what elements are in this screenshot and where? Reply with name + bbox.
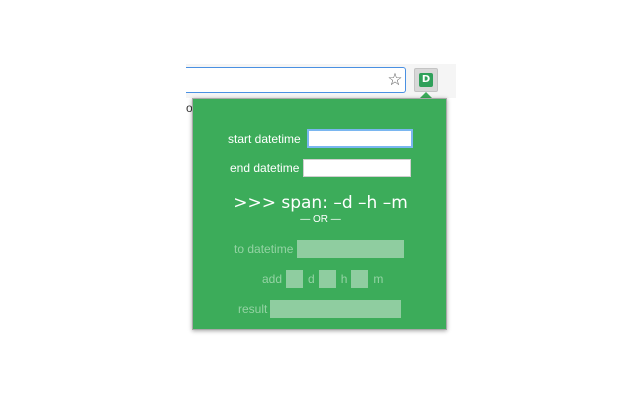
start-row: start datetime xyxy=(228,129,413,148)
span-result-text: >>> span: –d –h –m xyxy=(233,193,408,213)
or-divider: — OR — xyxy=(300,214,341,225)
days-unit-label: d xyxy=(308,272,315,286)
extension-icon: D xyxy=(419,73,433,87)
start-datetime-input[interactable] xyxy=(306,129,413,148)
to-datetime-label: to datetime xyxy=(234,242,294,256)
add-hours-input[interactable] xyxy=(318,270,336,288)
to-datetime-input[interactable] xyxy=(297,240,405,258)
end-row: end datetime xyxy=(230,159,412,177)
result-label: result xyxy=(238,302,268,316)
minutes-unit-label: m xyxy=(373,272,384,286)
add-row: add d h m xyxy=(262,270,383,288)
hours-unit-label: h xyxy=(340,272,348,286)
add-label: add xyxy=(262,272,283,286)
start-datetime-label: start datetime xyxy=(228,131,301,146)
extension-button[interactable]: D xyxy=(414,68,438,92)
address-bar[interactable] xyxy=(186,67,406,93)
end-datetime-input[interactable] xyxy=(303,159,412,177)
extension-popup: start datetime end datetime >>> span: –d… xyxy=(192,98,447,330)
end-datetime-label: end datetime xyxy=(230,161,300,175)
add-days-input[interactable] xyxy=(286,270,304,288)
to-row: to datetime xyxy=(234,240,405,258)
add-minutes-input[interactable] xyxy=(351,270,369,288)
result-input[interactable] xyxy=(270,300,402,318)
result-row: result xyxy=(238,300,402,318)
star-icon[interactable]: ☆ xyxy=(385,70,405,90)
